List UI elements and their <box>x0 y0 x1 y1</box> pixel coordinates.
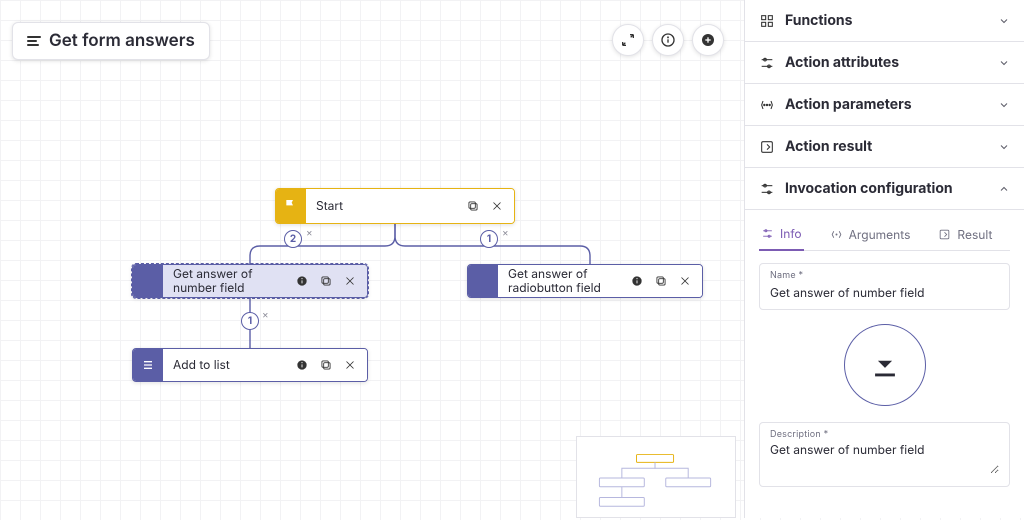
node-label: Add to list <box>173 358 287 372</box>
chevron-down-icon <box>998 99 1010 111</box>
close-icon[interactable] <box>343 358 357 372</box>
sliders-icon <box>759 55 775 71</box>
download-icon <box>133 265 163 297</box>
description-input[interactable] <box>770 440 999 474</box>
invocation-tabs: Info Arguments Result <box>759 218 1010 251</box>
workflow-title: Get form answers <box>49 31 195 51</box>
menu-icon <box>27 36 41 46</box>
copy-icon[interactable] <box>654 274 668 288</box>
list-icon <box>133 349 163 381</box>
chevron-down-icon <box>998 57 1010 69</box>
result-icon <box>759 139 775 155</box>
close-icon[interactable] <box>490 199 504 213</box>
edge-remove[interactable]: × <box>502 227 509 239</box>
chevron-down-icon <box>998 15 1010 27</box>
node-start[interactable]: Start <box>275 188 515 224</box>
edge-remove[interactable]: × <box>306 227 313 239</box>
node-label: Get answer of number field <box>173 267 287 296</box>
info-icon[interactable] <box>295 274 309 288</box>
section-action-result[interactable]: Action result <box>745 126 1024 168</box>
node-get-number[interactable]: Get answer of number field <box>132 264 368 298</box>
download-icon <box>468 265 498 297</box>
section-action-attributes[interactable]: Action attributes <box>745 42 1024 84</box>
tab-info[interactable]: Info <box>759 218 804 251</box>
result-icon <box>938 228 951 241</box>
close-icon[interactable] <box>678 274 692 288</box>
side-panel: Functions Action attributes Action param… <box>744 0 1024 518</box>
node-label: Get answer of radiobutton field <box>508 267 622 296</box>
name-label: Name * <box>770 270 999 281</box>
name-input[interactable] <box>770 283 999 300</box>
invocation-icon-preview[interactable] <box>844 324 926 406</box>
edge-order-badge: 1 <box>480 230 498 248</box>
flag-icon <box>276 189 306 223</box>
add-button[interactable] <box>692 24 724 56</box>
edge-order-badge: 2 <box>284 230 302 248</box>
section-functions[interactable]: Functions <box>745 0 1024 42</box>
edge-order-badge: 1 <box>241 312 259 330</box>
info-icon[interactable] <box>295 358 309 372</box>
copy-icon[interactable] <box>319 274 333 288</box>
expand-icon <box>620 32 636 48</box>
tab-result[interactable]: Result <box>936 218 994 250</box>
download-icon <box>868 348 902 382</box>
sliders-icon <box>759 181 775 197</box>
grid-icon <box>759 13 775 29</box>
plus-icon <box>700 32 716 48</box>
tab-label: Result <box>957 227 992 242</box>
node-get-radio[interactable]: Get answer of radiobutton field <box>467 264 703 298</box>
section-label: Action parameters <box>785 96 912 113</box>
expand-button[interactable] <box>612 24 644 56</box>
canvas-actions <box>612 24 724 56</box>
invocation-config-body: Info Arguments Result Name * Description… <box>745 210 1024 518</box>
tab-arguments[interactable]: Arguments <box>828 218 913 250</box>
node-label: Start <box>316 199 458 213</box>
name-field-wrap: Name * <box>759 263 1010 310</box>
info-icon <box>660 32 676 48</box>
description-field-wrap: Description * <box>759 422 1010 487</box>
copy-icon[interactable] <box>319 358 333 372</box>
section-action-parameters[interactable]: Action parameters <box>745 84 1024 126</box>
parameters-icon <box>759 97 775 113</box>
copy-icon[interactable] <box>466 199 480 213</box>
edge-remove[interactable]: × <box>262 309 269 321</box>
section-invocation-config[interactable]: Invocation configuration <box>745 168 1024 210</box>
chevron-up-icon <box>998 183 1010 195</box>
tab-label: Arguments <box>849 227 911 242</box>
info-icon[interactable] <box>630 274 644 288</box>
workflow-title-badge[interactable]: Get form answers <box>12 22 210 60</box>
sliders-icon <box>761 227 774 240</box>
arguments-icon <box>830 228 843 241</box>
section-label: Action attributes <box>785 54 899 71</box>
description-label: Description * <box>770 429 999 440</box>
minimap[interactable] <box>576 436 736 518</box>
tab-label: Info <box>780 226 802 241</box>
section-label: Functions <box>785 12 852 29</box>
chevron-down-icon <box>998 141 1010 153</box>
close-icon[interactable] <box>343 274 357 288</box>
node-add-to-list[interactable]: Add to list <box>132 348 368 382</box>
info-button[interactable] <box>652 24 684 56</box>
section-label: Invocation configuration <box>785 180 953 197</box>
section-label: Action result <box>785 138 872 155</box>
